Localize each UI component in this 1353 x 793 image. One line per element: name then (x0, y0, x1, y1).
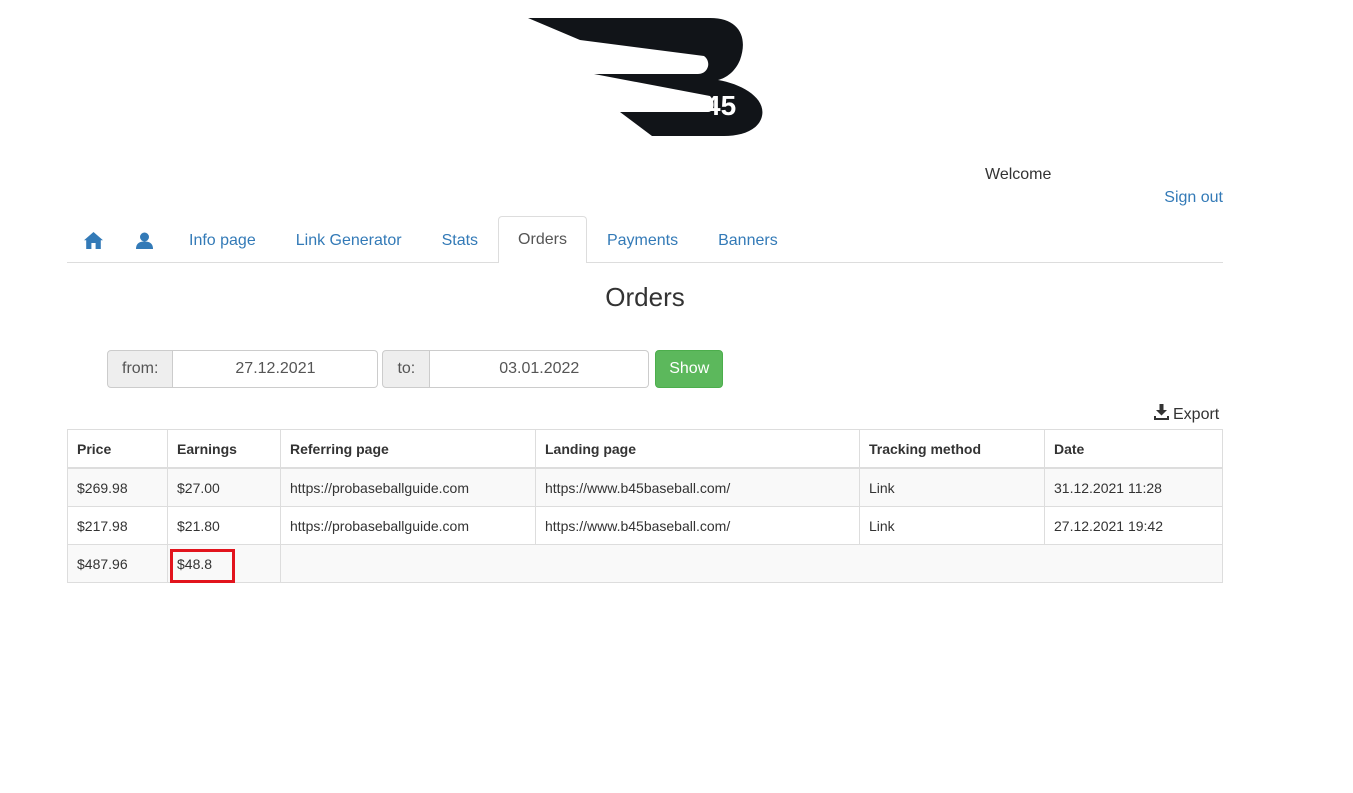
from-date-input[interactable] (173, 350, 379, 388)
tab-banners[interactable]: Banners (698, 217, 798, 263)
table-header-row: Price Earnings Referring page Landing pa… (67, 429, 1223, 469)
logo-number: 45 (705, 90, 736, 121)
date-filter: from: to: Show (107, 350, 724, 388)
to-label: to: (382, 350, 431, 388)
header-date: Date (1044, 429, 1223, 469)
totals-filler (280, 544, 1223, 583)
export-link[interactable]: Export (1154, 404, 1219, 425)
table-row: $269.98 $27.00 https://probaseballguide.… (67, 467, 1223, 507)
total-earnings: $48.8 (167, 544, 281, 583)
tab-link-generator[interactable]: Link Generator (276, 217, 422, 263)
sign-out-link[interactable]: Sign out (1164, 189, 1223, 207)
cell-date: 27.12.2021 19:42 (1044, 506, 1223, 545)
totals-row: $487.96 $48.8 (67, 544, 1223, 583)
b45-logo: 45 (528, 18, 763, 136)
welcome-text: Welcome (985, 166, 1052, 183)
total-price: $487.96 (67, 544, 168, 583)
home-icon (84, 232, 103, 249)
header-referring-page: Referring page (280, 429, 536, 469)
orders-table: Price Earnings Referring page Landing pa… (67, 429, 1223, 583)
tab-orders[interactable]: Orders (498, 216, 587, 263)
header-landing-page: Landing page (535, 429, 860, 469)
export-label: Export (1173, 405, 1220, 423)
cell-price: $217.98 (67, 506, 168, 545)
cell-earnings: $21.80 (167, 506, 281, 545)
table-row: $217.98 $21.80 https://probaseballguide.… (67, 506, 1223, 545)
tab-info-page[interactable]: Info page (169, 217, 276, 263)
cell-price: $269.98 (67, 467, 168, 507)
tab-home[interactable] (67, 217, 119, 263)
header-tracking-method: Tracking method (859, 429, 1045, 469)
from-label: from: (107, 350, 174, 388)
download-icon (1154, 404, 1169, 425)
header-earnings: Earnings (167, 429, 281, 469)
tab-payments[interactable]: Payments (587, 217, 698, 263)
cell-landing-page: https://www.b45baseball.com/ (535, 506, 860, 545)
cell-referring-page: https://probaseballguide.com (280, 467, 536, 507)
nav-tabs: Info page Link Generator Stats Orders Pa… (67, 216, 1223, 263)
to-date-input[interactable] (430, 350, 650, 388)
cell-date: 31.12.2021 11:28 (1044, 467, 1223, 507)
header-price: Price (67, 429, 168, 469)
cell-landing-page: https://www.b45baseball.com/ (535, 467, 860, 507)
cell-earnings: $27.00 (167, 467, 281, 507)
tab-profile[interactable] (119, 217, 169, 263)
show-button[interactable]: Show (655, 350, 724, 388)
user-icon (136, 232, 153, 249)
tab-stats[interactable]: Stats (422, 217, 498, 263)
page-title: Orders (605, 282, 685, 312)
cell-referring-page: https://probaseballguide.com (280, 506, 536, 545)
cell-tracking-method: Link (859, 506, 1045, 545)
cell-tracking-method: Link (859, 467, 1045, 507)
